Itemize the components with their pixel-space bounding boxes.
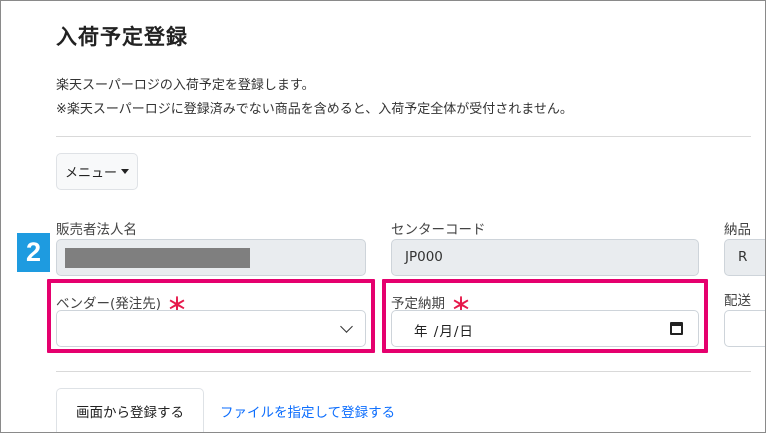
seller-name-field [56, 239, 366, 276]
center-code-value: JP000 [405, 249, 443, 265]
vendor-highlight-box [47, 279, 375, 353]
date-highlight-box [382, 279, 708, 353]
page-notice: ※楽天スーパーロジに登録済みでない商品を含めると、入荷予定全体が受付されません。 [56, 102, 573, 117]
caret-down-icon [121, 169, 129, 174]
page-title: 入荷予定登録 [56, 25, 188, 49]
divider [56, 371, 751, 372]
tab-screen-register[interactable]: 画面から登録する [56, 388, 204, 432]
center-code-label: センターコード [391, 222, 486, 238]
tab-file-register[interactable]: ファイルを指定して登録する [220, 401, 395, 421]
center-code-field: JP000 [391, 239, 699, 276]
screenshot-frame: 入荷予定登録 楽天スーパーロジの入荷予定を登録します。 ※楽天スーパーロジに登録… [0, 0, 766, 433]
delivery-label: 納品 [724, 222, 751, 238]
divider [56, 136, 751, 137]
delivery-field: R [724, 239, 765, 276]
menu-dropdown-button[interactable]: メニュー [56, 153, 138, 190]
menu-label: メニュー [64, 166, 117, 181]
redacted-value [65, 248, 250, 268]
step-badge: 2 [17, 233, 50, 272]
delivery-value: R [738, 249, 748, 265]
shipping-field[interactable] [724, 310, 765, 347]
seller-name-label: 販売者法人名 [56, 222, 137, 238]
page-description: 楽天スーパーロジの入荷予定を登録します。 [56, 78, 315, 93]
shipping-label: 配送 [724, 293, 751, 309]
